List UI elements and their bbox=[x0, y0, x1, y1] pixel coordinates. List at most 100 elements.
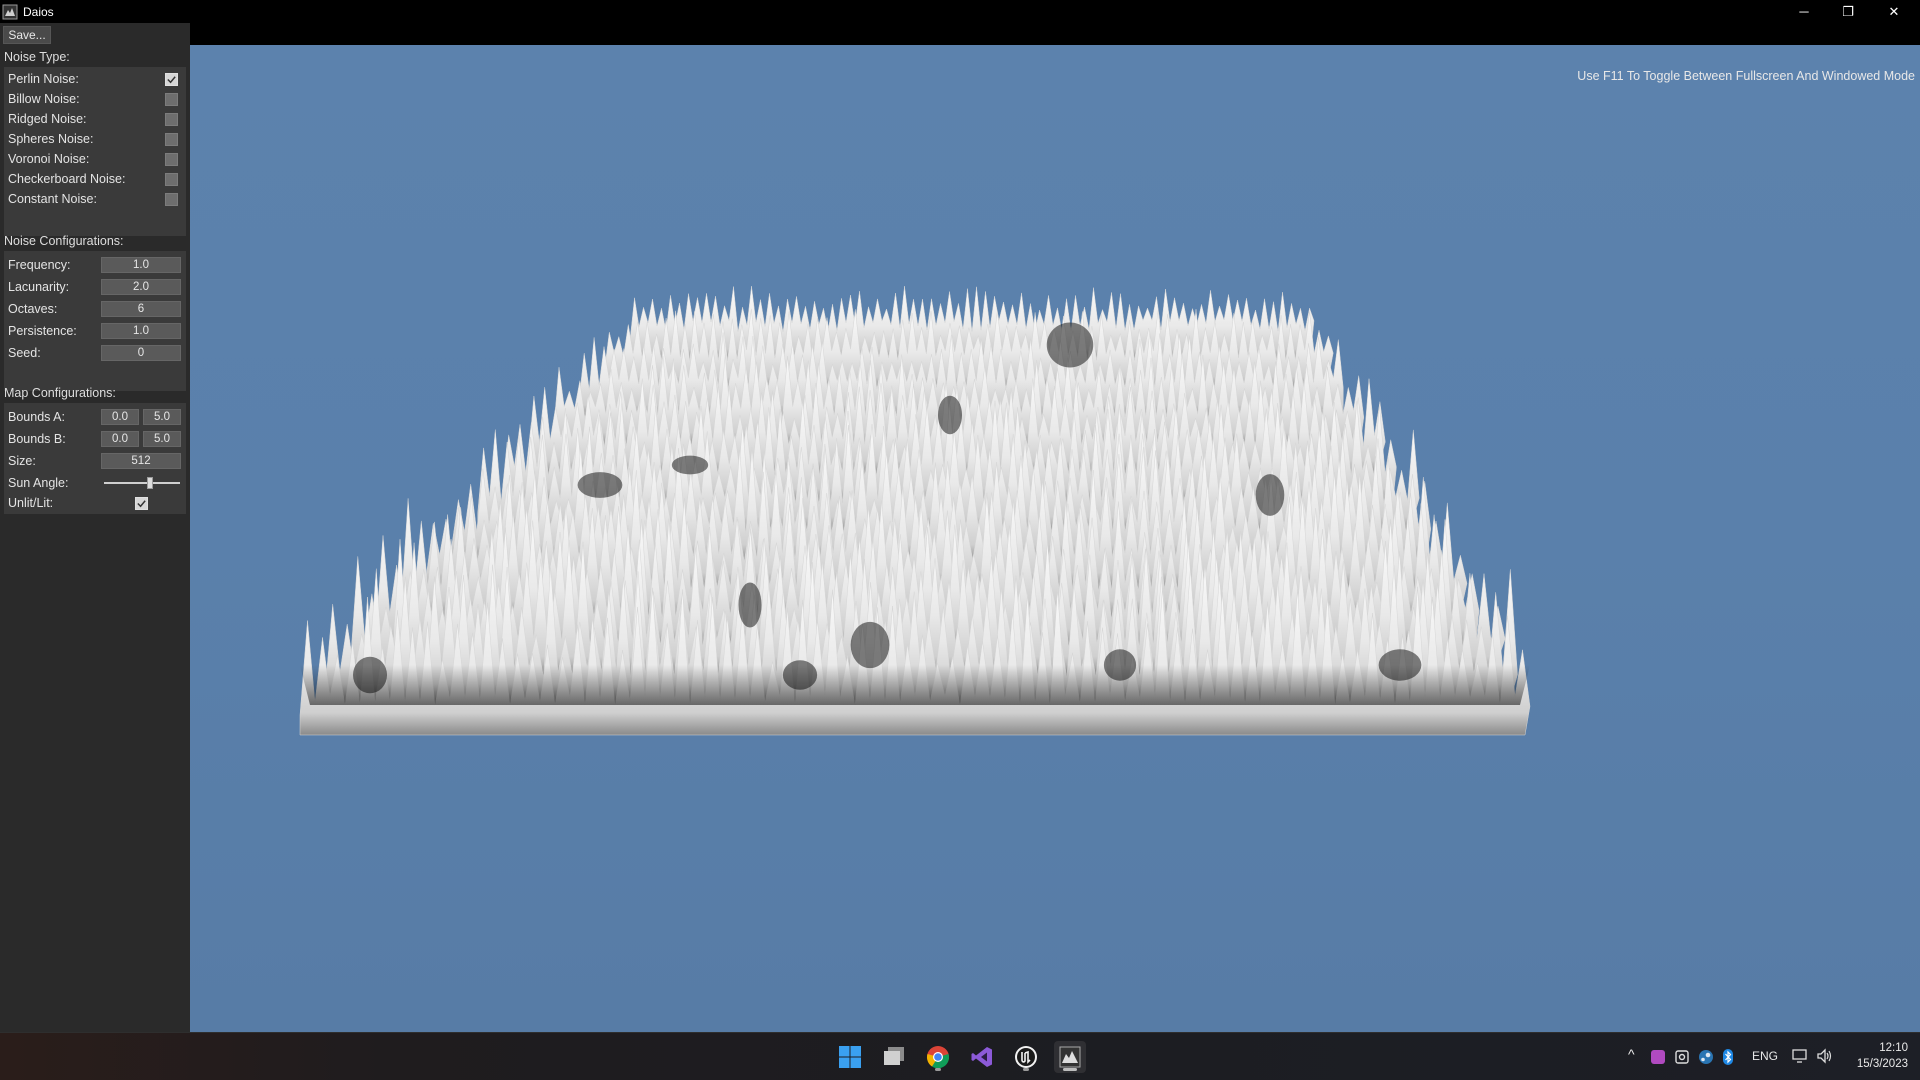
volume-icon[interactable] bbox=[1816, 1048, 1834, 1064]
maximize-button[interactable]: ❐ bbox=[1826, 0, 1870, 23]
spheres-noise-checkbox[interactable] bbox=[165, 132, 178, 146]
active-indicator bbox=[1063, 1068, 1077, 1071]
sun-angle-slider-thumb[interactable] bbox=[146, 477, 153, 489]
file-explorer-icon[interactable] bbox=[878, 1041, 910, 1073]
settings-panel: Save... Noise Type: Perlin Noise: Billow… bbox=[0, 23, 190, 1032]
running-indicator bbox=[935, 1068, 941, 1071]
checkerboard-noise-checkbox[interactable] bbox=[165, 172, 178, 186]
taskbar: ^ ENG 12:10 15/3/2023 bbox=[0, 1032, 1920, 1080]
noise-option-billow: Billow Noise: bbox=[4, 89, 186, 109]
octaves-row: Octaves: 6 bbox=[4, 299, 186, 319]
noise-option-constant: Constant Noise: bbox=[4, 189, 186, 209]
noise-option-label: Checkerboard Noise: bbox=[8, 172, 126, 186]
voronoi-noise-checkbox[interactable] bbox=[165, 152, 178, 166]
bounds-a-label: Bounds A: bbox=[8, 410, 65, 424]
noise-option-label: Spheres Noise: bbox=[8, 132, 94, 146]
clock-date: 15/3/2023 bbox=[1856, 1058, 1908, 1070]
seed-row: Seed: 0 bbox=[4, 343, 186, 363]
noise-option-checkerboard: Checkerboard Noise: bbox=[4, 169, 186, 189]
size-row: Size: 512 bbox=[4, 451, 186, 471]
window-title: Daios bbox=[23, 4, 54, 19]
frequency-input[interactable]: 1.0 bbox=[101, 257, 181, 273]
fullscreen-hint: Use F11 To Toggle Between Fullscreen And… bbox=[1577, 69, 1915, 83]
unlit-lit-row: Unlit/Lit: bbox=[4, 493, 186, 513]
noise-option-label: Perlin Noise: bbox=[8, 72, 79, 86]
bounds-a-row: Bounds A: 0.0 5.0 bbox=[4, 407, 186, 427]
title-bar: Daios ─ ❐ ✕ bbox=[0, 0, 1920, 23]
checkmark-icon bbox=[137, 499, 146, 507]
octaves-label: Octaves: bbox=[8, 302, 58, 316]
bounds-b-label: Bounds B: bbox=[8, 432, 66, 446]
app-icon bbox=[2, 4, 18, 19]
noise-option-label: Voronoi Noise: bbox=[8, 152, 90, 166]
terrain-crevice bbox=[1255, 474, 1285, 516]
tray-app-icon[interactable] bbox=[1650, 1049, 1666, 1065]
constant-noise-checkbox[interactable] bbox=[165, 192, 178, 206]
lacunarity-label: Lacunarity: bbox=[8, 280, 70, 294]
terrain-crevice bbox=[671, 455, 709, 475]
checkmark-icon bbox=[167, 75, 176, 83]
noise-type-box: Perlin Noise: Billow Noise: Ridged Noise… bbox=[4, 67, 186, 236]
lacunarity-row: Lacunarity: 2.0 bbox=[4, 277, 186, 297]
frequency-row: Frequency: 1.0 bbox=[4, 255, 186, 275]
map-config-box: Bounds A: 0.0 5.0 Bounds B: 0.0 5.0 Size… bbox=[4, 403, 186, 514]
lacunarity-input[interactable]: 2.0 bbox=[101, 279, 181, 295]
persistence-label: Persistence: bbox=[8, 324, 77, 338]
tray-camera-icon[interactable] bbox=[1674, 1049, 1690, 1065]
unlit-lit-label: Unlit/Lit: bbox=[8, 496, 54, 510]
bounds-a-max-input[interactable]: 5.0 bbox=[143, 409, 181, 425]
map-config-title: Map Configurations: bbox=[4, 386, 116, 400]
octaves-input[interactable]: 6 bbox=[101, 301, 181, 317]
noise-option-label: Constant Noise: bbox=[8, 192, 97, 206]
windows-start-icon[interactable] bbox=[834, 1041, 866, 1073]
minimize-button[interactable]: ─ bbox=[1782, 0, 1826, 23]
chrome-icon[interactable] bbox=[922, 1041, 954, 1073]
bounds-b-row: Bounds B: 0.0 5.0 bbox=[4, 429, 186, 449]
frequency-label: Frequency: bbox=[8, 258, 71, 272]
noise-option-spheres: Spheres Noise: bbox=[4, 129, 186, 149]
bounds-b-min-input[interactable]: 0.0 bbox=[101, 431, 139, 447]
noise-option-label: Billow Noise: bbox=[8, 92, 80, 106]
noise-config-box: Frequency: 1.0 Lacunarity: 2.0 Octaves: … bbox=[4, 251, 186, 391]
persistence-input[interactable]: 1.0 bbox=[101, 323, 181, 339]
billow-noise-checkbox[interactable] bbox=[165, 92, 178, 106]
save-button[interactable]: Save... bbox=[3, 26, 51, 44]
system-clock[interactable]: 12:10 15/3/2023 bbox=[1857, 1040, 1908, 1072]
perlin-noise-checkbox[interactable] bbox=[165, 72, 178, 86]
noise-config-title: Noise Configurations: bbox=[4, 234, 124, 248]
ridged-noise-checkbox[interactable] bbox=[165, 112, 178, 126]
persistence-row: Persistence: 1.0 bbox=[4, 321, 186, 341]
terrain-crevice bbox=[937, 395, 963, 435]
noise-option-perlin: Perlin Noise: bbox=[4, 69, 186, 89]
size-input[interactable]: 512 bbox=[101, 453, 181, 469]
sun-angle-label: Sun Angle: bbox=[8, 476, 69, 490]
close-button[interactable]: ✕ bbox=[1872, 0, 1916, 23]
visual-studio-icon[interactable] bbox=[966, 1041, 998, 1073]
bluetooth-icon[interactable] bbox=[1722, 1049, 1734, 1065]
terrain-viewport[interactable]: Use F11 To Toggle Between Fullscreen And… bbox=[190, 45, 1920, 1032]
terrain-crevice bbox=[577, 472, 623, 498]
noise-option-voronoi: Voronoi Noise: bbox=[4, 149, 186, 169]
terrain-base-shadow bbox=[300, 665, 1530, 705]
terrain-crevice bbox=[738, 582, 762, 628]
noise-type-title: Noise Type: bbox=[4, 50, 70, 64]
tray-chevron-icon[interactable]: ^ bbox=[1628, 1046, 1635, 1062]
noise-option-label: Ridged Noise: bbox=[8, 112, 87, 126]
seed-input[interactable]: 0 bbox=[101, 345, 181, 361]
unlit-lit-checkbox[interactable] bbox=[135, 496, 148, 510]
terrain-mesh-render bbox=[299, 286, 1531, 736]
daios-app-icon[interactable] bbox=[1054, 1041, 1086, 1073]
unreal-engine-icon[interactable] bbox=[1010, 1041, 1042, 1073]
size-label: Size: bbox=[8, 454, 36, 468]
seed-label: Seed: bbox=[8, 346, 41, 360]
network-icon[interactable] bbox=[1792, 1048, 1810, 1064]
running-indicator bbox=[1023, 1068, 1029, 1071]
sun-angle-slider-track[interactable] bbox=[104, 482, 180, 484]
language-indicator[interactable]: ENG bbox=[1752, 1049, 1778, 1063]
terrain-crevice bbox=[850, 621, 890, 669]
steam-icon[interactable] bbox=[1698, 1049, 1714, 1065]
noise-option-ridged: Ridged Noise: bbox=[4, 109, 186, 129]
bounds-b-max-input[interactable]: 5.0 bbox=[143, 431, 181, 447]
bounds-a-min-input[interactable]: 0.0 bbox=[101, 409, 139, 425]
sun-angle-row: Sun Angle: bbox=[4, 473, 186, 493]
